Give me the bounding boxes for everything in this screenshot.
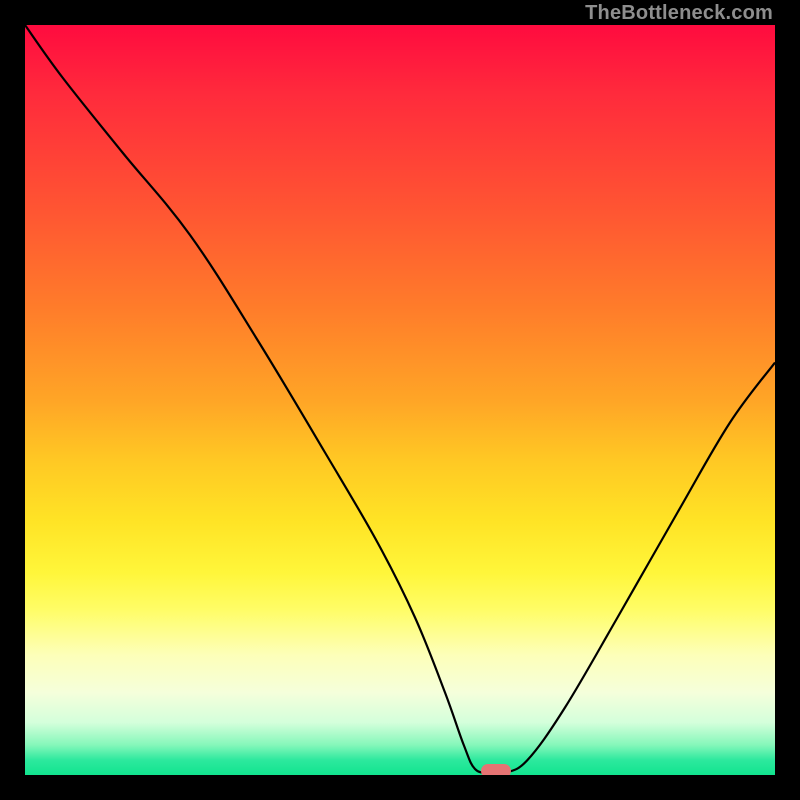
chart-frame: TheBottleneck.com bbox=[0, 0, 800, 800]
bottleneck-curve bbox=[25, 25, 775, 775]
watermark-text: TheBottleneck.com bbox=[585, 2, 773, 25]
optimal-point-marker bbox=[481, 764, 511, 776]
plot-area bbox=[25, 25, 775, 775]
